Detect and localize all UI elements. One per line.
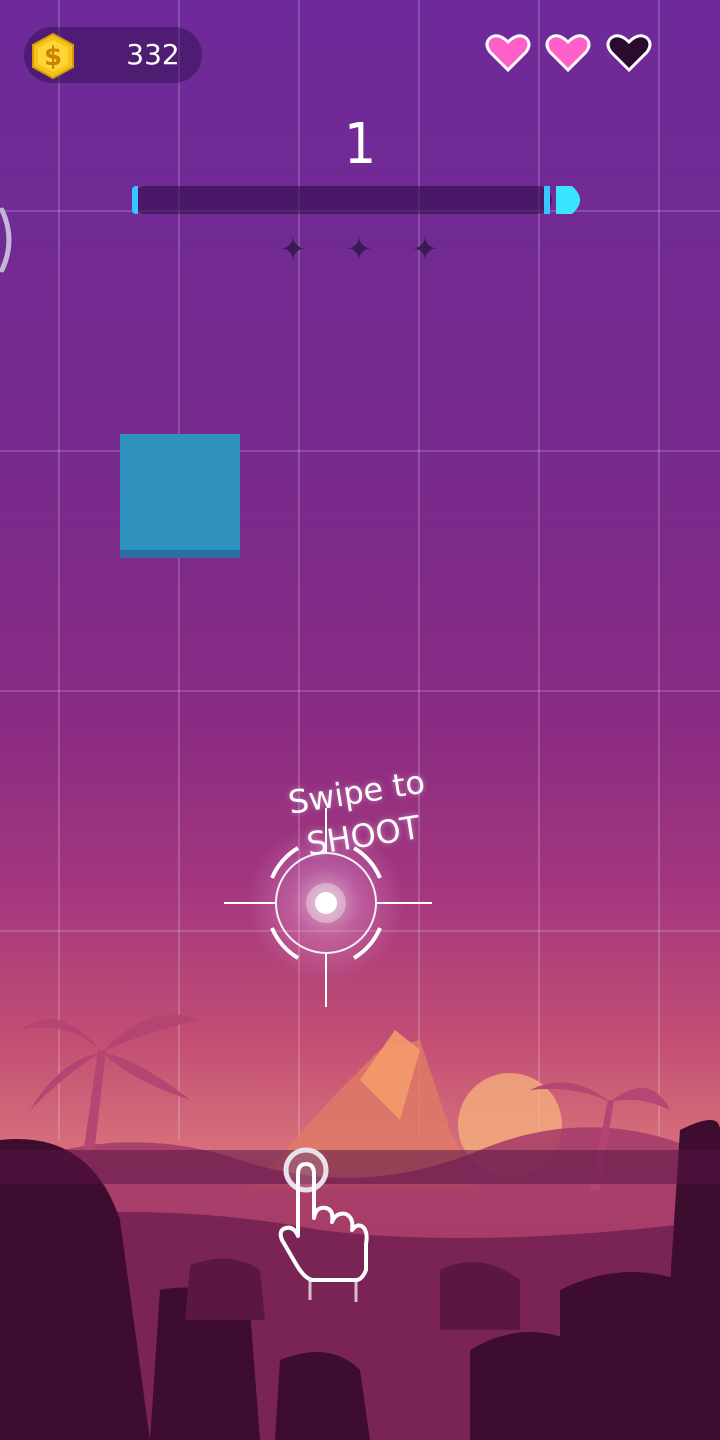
tap-hand-icon xyxy=(278,1147,369,1302)
coin-count: 332 xyxy=(126,38,180,71)
grid-line xyxy=(0,450,720,452)
level-progress-bar xyxy=(132,186,552,214)
coin-icon: $ xyxy=(32,32,74,80)
star-icon: ✦ xyxy=(279,230,307,268)
side-edge-indicator xyxy=(0,207,12,273)
lives-hearts xyxy=(484,30,664,76)
heart-icon xyxy=(485,34,531,73)
svg-text:$: $ xyxy=(44,42,62,72)
star-icon: ✦ xyxy=(411,230,439,268)
star-rating: ✦ ✦ ✦ xyxy=(276,232,446,268)
heart-icon xyxy=(606,34,652,73)
progress-start-cap xyxy=(132,186,138,214)
heart-icon xyxy=(545,34,591,73)
crosshair-icon[interactable] xyxy=(220,800,436,1010)
star-icon: ✦ xyxy=(345,230,373,268)
bullet-progress-icon xyxy=(544,186,580,214)
grid-line xyxy=(0,690,720,692)
coin-counter: $ 332 xyxy=(24,27,202,83)
level-number: 1 xyxy=(343,112,377,177)
target-block xyxy=(120,434,240,558)
